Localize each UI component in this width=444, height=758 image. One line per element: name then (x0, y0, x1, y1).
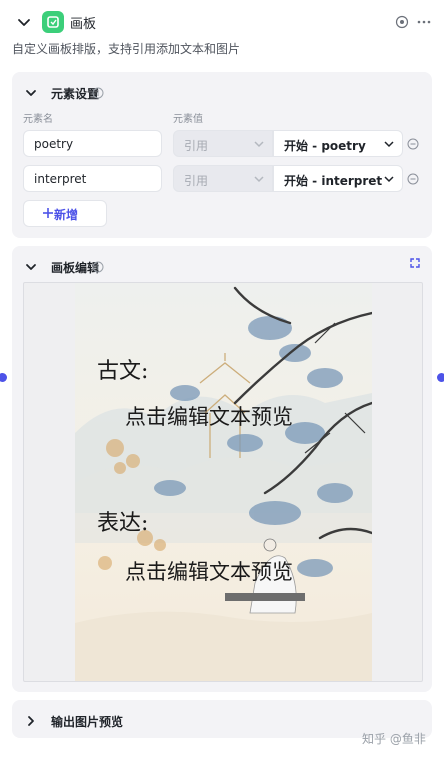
output-preview-title: 输出图片预览 (51, 715, 124, 729)
expand-icon[interactable] (410, 258, 420, 268)
canvas-page[interactable]: 古文: 点击编辑文本预览 表达: 点击编辑文本预览 (75, 283, 372, 681)
output-port-handle[interactable] (437, 373, 444, 382)
ref-source-label: 开始 - poetry (284, 139, 366, 153)
more-icon[interactable] (416, 15, 432, 29)
node-title: 画板 (70, 17, 97, 32)
ref-source-select[interactable]: 开始 - interpret (273, 165, 403, 192)
chevron-down-icon (254, 176, 264, 183)
canvas-node: 画板 自定义画板排版，支持引用添加文本和图片 元素设置 元素名 元素值 poet… (0, 0, 444, 758)
add-element-label: 新增 (54, 208, 79, 222)
canvas-app-icon (42, 11, 64, 33)
ref-type-label: 引用 (184, 174, 209, 188)
chevron-down-icon (384, 176, 394, 183)
chevron-down-icon[interactable] (16, 14, 32, 30)
chevron-down-icon (254, 141, 264, 148)
chevron-right-icon[interactable] (24, 714, 38, 728)
ref-source-select[interactable]: 开始 - poetry (273, 130, 403, 157)
node-header: 画板 (12, 10, 432, 34)
element-settings-panel: 元素设置 元素名 元素值 poetry 引用 开始 - poetry inter… (12, 72, 432, 238)
column-header-name: 元素名 (23, 114, 53, 125)
element-name-input[interactable]: interpret (23, 165, 162, 192)
canvas-text-label-interpret[interactable]: 表达: (97, 505, 148, 537)
column-header-value: 元素值 (173, 114, 203, 125)
background-painting (75, 283, 372, 681)
remove-icon[interactable] (407, 173, 419, 185)
ref-type-label: 引用 (184, 139, 209, 153)
watermark: 知乎 @鱼非 (362, 732, 426, 746)
canvas-text-poetry[interactable]: 点击编辑文本预览 (125, 401, 293, 431)
input-port-handle[interactable] (0, 373, 7, 382)
info-icon[interactable] (92, 87, 104, 99)
add-element-button[interactable]: 新增 (23, 200, 107, 227)
ref-type-select[interactable]: 引用 (173, 130, 273, 157)
canvas-text-label-poetry[interactable]: 古文: (97, 353, 148, 385)
element-name-input[interactable]: poetry (23, 130, 162, 157)
canvas-area[interactable]: 古文: 点击编辑文本预览 表达: 点击编辑文本预览 (23, 282, 423, 682)
remove-icon[interactable] (407, 138, 419, 150)
canvas-edit-panel: 画板编辑 古文: 点击编辑文本预览 表达: 点击编辑文本预览 (12, 246, 432, 692)
info-icon[interactable] (92, 261, 104, 273)
ref-type-select[interactable]: 引用 (173, 165, 273, 192)
chevron-down-icon[interactable] (24, 260, 38, 274)
chevron-down-icon[interactable] (24, 86, 38, 100)
canvas-text-interpret[interactable]: 点击编辑文本预览 (125, 556, 293, 586)
plus-icon (43, 208, 53, 218)
chevron-down-icon (384, 141, 394, 148)
run-icon[interactable] (395, 15, 409, 29)
ref-source-label: 开始 - interpret (284, 174, 383, 188)
node-description: 自定义画板排版，支持引用添加文本和图片 (12, 42, 241, 56)
